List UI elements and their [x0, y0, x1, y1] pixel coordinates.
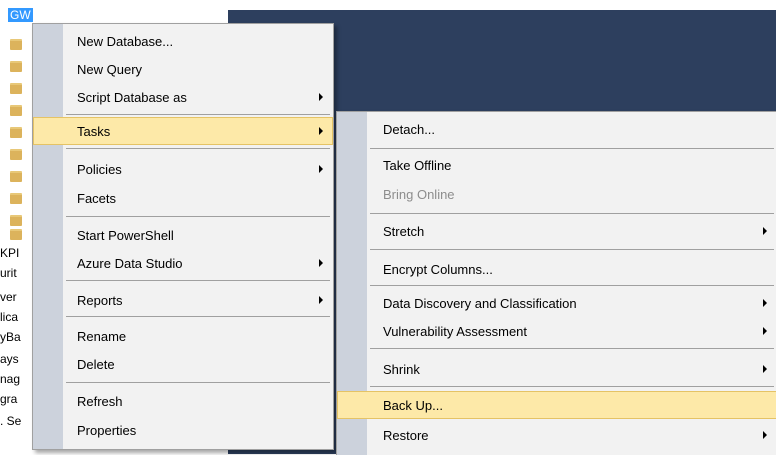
submenu-arrow-icon [319, 165, 323, 173]
database-context-menu: New Database... New Query Script Databas… [32, 23, 334, 450]
menu-item-encrypt-columns[interactable]: Encrypt Columns... [338, 256, 776, 282]
tree-folder-row[interactable] [0, 146, 22, 162]
submenu-arrow-icon [319, 93, 323, 101]
menu-separator [370, 386, 774, 387]
menu-item-refresh[interactable]: Refresh [34, 388, 332, 414]
menu-item-bring-online: Bring Online [383, 186, 455, 202]
folder-icon [10, 228, 22, 240]
submenu-arrow-icon [319, 127, 323, 135]
menu-item-detach[interactable]: Detach... [338, 116, 776, 142]
tree-folder-row[interactable] [0, 124, 22, 140]
folder-icon [10, 38, 22, 50]
menu-item-properties[interactable]: Properties [34, 417, 332, 443]
menu-item-policies[interactable]: Policies [34, 156, 332, 182]
tree-folder-row[interactable] [0, 190, 22, 206]
tree-folder-row[interactable] [0, 168, 22, 184]
menu-item-rename[interactable]: Rename [34, 323, 332, 349]
server-node-label[interactable]: GW [8, 8, 33, 22]
submenu-arrow-icon [319, 259, 323, 267]
menu-separator [66, 114, 330, 115]
folder-icon [10, 104, 22, 116]
submenu-arrow-icon [763, 227, 767, 235]
menu-item-take-offline[interactable]: Take Offline [338, 152, 776, 178]
folder-icon [10, 126, 22, 138]
menu-separator [66, 216, 330, 217]
submenu-arrow-icon [763, 365, 767, 373]
submenu-arrow-icon [763, 327, 767, 335]
menu-item-new-query[interactable]: New Query [34, 56, 332, 82]
menu-separator [370, 213, 774, 214]
menu-separator [370, 285, 774, 286]
menu-separator [370, 348, 774, 349]
tree-folder-row[interactable] [0, 80, 22, 96]
submenu-arrow-icon [763, 431, 767, 439]
submenu-arrow-icon [319, 296, 323, 304]
folder-icon [10, 148, 22, 160]
tree-folder-row[interactable] [0, 226, 22, 242]
folder-icon [10, 82, 22, 94]
tasks-submenu: Detach... Take Offline Bring Online Stre… [336, 111, 776, 455]
menu-item-tasks[interactable]: Tasks [33, 117, 333, 145]
submenu-arrow-icon [763, 299, 767, 307]
menu-item-azure-data-studio[interactable]: Azure Data Studio [34, 250, 332, 276]
folder-icon [10, 192, 22, 204]
folder-icon [10, 170, 22, 182]
tree-folder-row[interactable] [0, 58, 22, 74]
menu-item-delete[interactable]: Delete [34, 351, 332, 377]
folder-icon [10, 214, 22, 226]
menu-separator [370, 249, 774, 250]
menu-item-facets[interactable]: Facets [34, 185, 332, 211]
menu-item-back-up[interactable]: Back Up... [337, 391, 776, 419]
menu-separator [66, 280, 330, 281]
menu-item-start-powershell[interactable]: Start PowerShell [34, 222, 332, 248]
menu-item-script-database-as[interactable]: Script Database as [34, 84, 332, 110]
menu-item-reports[interactable]: Reports [34, 287, 332, 313]
tree-folder-row[interactable] [0, 102, 22, 118]
menu-separator [370, 148, 774, 149]
tree-folder-row[interactable] [0, 36, 22, 52]
menu-separator [66, 316, 330, 317]
menu-item-new-database[interactable]: New Database... [34, 28, 332, 54]
menu-item-data-discovery[interactable]: Data Discovery and Classification [338, 290, 776, 316]
menu-separator [66, 382, 330, 383]
folder-icon [10, 60, 22, 72]
menu-item-vulnerability-assessment[interactable]: Vulnerability Assessment [338, 318, 776, 344]
menu-separator [66, 148, 330, 149]
menu-item-stretch[interactable]: Stretch [338, 218, 776, 244]
menu-item-restore[interactable]: Restore [338, 422, 776, 448]
menu-item-shrink[interactable]: Shrink [338, 356, 776, 382]
